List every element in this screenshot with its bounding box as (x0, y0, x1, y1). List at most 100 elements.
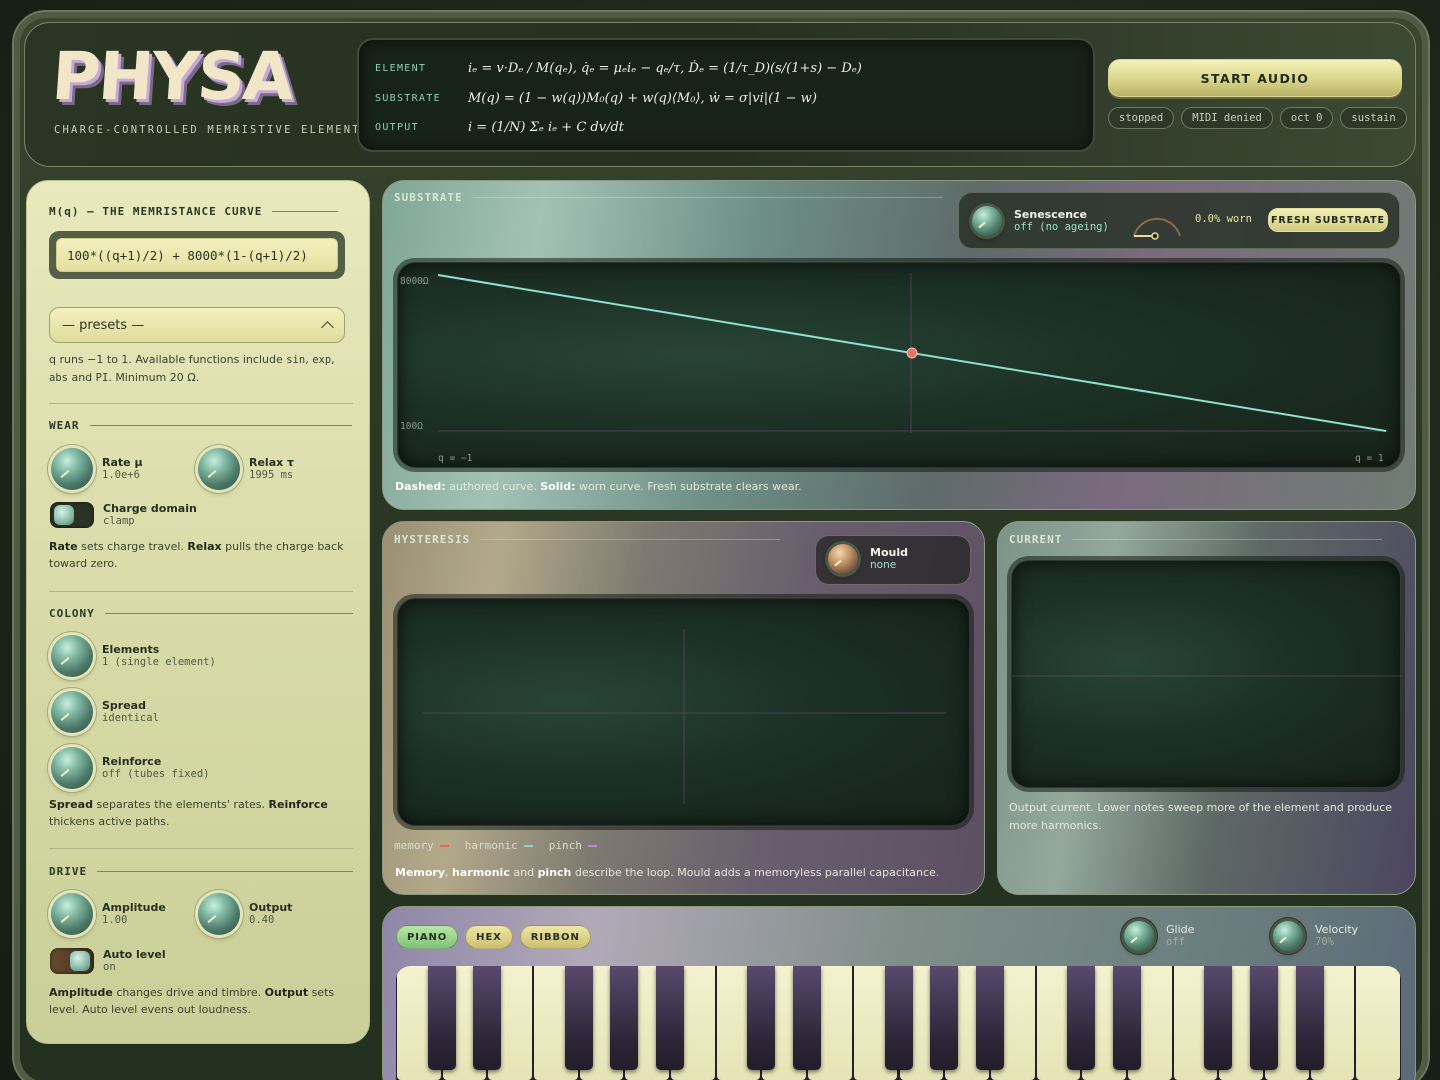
status-chips: stopped MIDI denied oct 0 sustain (1108, 107, 1407, 129)
hysteresis-plot (422, 629, 946, 804)
elements-knob[interactable] (51, 635, 93, 677)
charge-domain-label: Charge domain (103, 502, 197, 515)
equation-label: ELEMENT (375, 62, 427, 74)
amplitude-knob-control: Amplitude 1.00 (51, 893, 166, 935)
divider (49, 848, 353, 849)
black-key[interactable] (1295, 966, 1324, 1070)
wear-help: Rate sets charge travel. Relax pulls the… (49, 540, 344, 570)
black-key[interactable] (884, 966, 913, 1070)
spread-knob-control: Spread identical (51, 691, 159, 733)
substrate-caption: Dashed: authored curve. Solid: worn curv… (395, 480, 802, 493)
keyboard-mode-tabs: PIANO HEX RIBBON (396, 925, 591, 949)
reinforce-knob[interactable] (51, 747, 93, 789)
charge-marker[interactable] (906, 347, 918, 359)
drive-section-title-text: DRIVE (49, 865, 88, 878)
tab-hex[interactable]: HEX (465, 925, 513, 949)
relax-label: Relax τ (249, 456, 295, 469)
rate-value: 1.0e+6 (102, 469, 140, 481)
colony-help: Spread separates the elements' rates. Re… (49, 798, 328, 828)
equation-text: i = (1/N) Σₑ iₑ + C dv/dt (468, 119, 624, 135)
mould-knob[interactable] (828, 544, 858, 574)
black-key[interactable] (1249, 966, 1278, 1070)
status-chip-audio: stopped (1108, 107, 1175, 129)
wear-gauge-dot (1151, 232, 1159, 240)
reinforce-knob-control: Reinforce off (tubes fixed) (51, 747, 209, 789)
legend-harmonic: harmonic (465, 839, 533, 852)
hysteresis-caption: Memory, harmonic and pinch describe the … (395, 866, 940, 879)
hysteresis-scope (397, 598, 970, 826)
elements-label: Elements (102, 643, 160, 656)
glide-knob[interactable] (1124, 921, 1154, 951)
current-caption: Output current. Lower notes sweep more o… (1009, 801, 1393, 832)
charge-domain-control: Charge domain clamp (50, 502, 197, 528)
wear-section-title: WEAR (49, 419, 352, 432)
amplitude-knob[interactable] (51, 893, 93, 935)
substrate-title-text: SUBSTRATE (394, 191, 463, 204)
status-chip-midi[interactable]: MIDI denied (1181, 107, 1273, 129)
tab-ribbon[interactable]: RIBBON (519, 925, 591, 949)
presets-select[interactable]: — presets — (49, 307, 345, 343)
rate-knob[interactable] (51, 448, 93, 490)
piano-keyboard (396, 966, 1401, 1080)
velocity-value: 70% (1315, 936, 1334, 948)
black-key[interactable] (975, 966, 1004, 1070)
velocity-control: Velocity 70% (1273, 921, 1358, 951)
divider (49, 591, 353, 592)
glide-value: off (1166, 936, 1185, 948)
tab-piano[interactable]: PIANO (396, 925, 459, 949)
y-min-label: 100Ω (400, 421, 423, 432)
status-chip-sustain[interactable]: sustain (1340, 107, 1407, 129)
equation-label: OUTPUT (375, 121, 419, 133)
black-key[interactable] (747, 966, 776, 1070)
start-audio-button[interactable]: START AUDIO (1108, 59, 1402, 97)
black-key[interactable] (930, 966, 959, 1070)
amplitude-value: 1.00 (102, 914, 128, 926)
logo: PHYSA (49, 38, 295, 115)
fresh-substrate-button[interactable]: FRESH SUBSTRATE (1268, 208, 1388, 232)
black-key[interactable] (1067, 966, 1096, 1070)
black-key[interactable] (427, 966, 456, 1070)
black-key[interactable] (610, 966, 639, 1070)
auto-level-toggle[interactable] (50, 948, 94, 974)
reinforce-value: off (tubes fixed) (102, 768, 210, 780)
legend-pinch: pinch (549, 839, 597, 852)
black-key[interactable] (1112, 966, 1141, 1070)
substrate-chart (437, 273, 1388, 433)
divider (49, 403, 353, 404)
senescence-value: off (no ageing) (1014, 221, 1109, 233)
control-panel: M(q) — THE MEMRISTANCE CURVE 100*((q+1)/… (26, 180, 370, 1044)
black-key[interactable] (656, 966, 685, 1070)
status-chip-octave[interactable]: oct 0 (1279, 107, 1334, 129)
black-key[interactable] (564, 966, 593, 1070)
glide-label: Glide (1166, 923, 1195, 936)
spread-knob[interactable] (51, 691, 93, 733)
expression-box: 100*((q+1)/2) + 8000*(1-(q+1)/2) (49, 231, 345, 279)
relax-knob[interactable] (198, 448, 240, 490)
current-title-text: CURRENT (1009, 533, 1063, 546)
velocity-label: Velocity (1315, 923, 1359, 936)
substrate-scope: 8000Ω 100Ω q = −1 q = 1 (397, 262, 1401, 468)
white-key[interactable] (1356, 966, 1400, 1080)
hysteresis-legend: memory harmonic pinch (394, 839, 597, 852)
mould-control: Mould none (828, 544, 908, 574)
drive-help: Amplitude changes drive and timbre. Outp… (49, 986, 335, 1016)
output-label: Output (249, 901, 293, 914)
output-knob[interactable] (198, 893, 240, 935)
senescence-knob[interactable] (972, 206, 1002, 236)
black-key[interactable] (473, 966, 502, 1070)
worn-readout: 0.0% worn (1195, 213, 1252, 225)
equation-row-element: ELEMENT iₑ = v·Dₑ / M(qₑ), q̇ₑ = μₑiₑ − … (375, 54, 862, 82)
black-key[interactable] (793, 966, 822, 1070)
charge-domain-toggle[interactable] (50, 502, 94, 528)
expression-input[interactable]: 100*((q+1)/2) + 8000*(1-(q+1)/2) (56, 238, 338, 272)
curve-section-title-text: M(q) — THE MEMRISTANCE CURVE (49, 205, 263, 218)
velocity-knob[interactable] (1273, 921, 1303, 951)
x-max-label: q = 1 (1355, 453, 1384, 464)
black-key[interactable] (1204, 966, 1233, 1070)
substrate-title: SUBSTRATE (394, 191, 943, 204)
elements-knob-control: Elements 1 (single element) (51, 635, 216, 677)
auto-level-label: Auto level (103, 948, 166, 961)
colony-section-title-text: COLONY (49, 607, 95, 620)
wear-section-title-text: WEAR (49, 419, 80, 432)
mould-label: Mould (870, 546, 908, 559)
